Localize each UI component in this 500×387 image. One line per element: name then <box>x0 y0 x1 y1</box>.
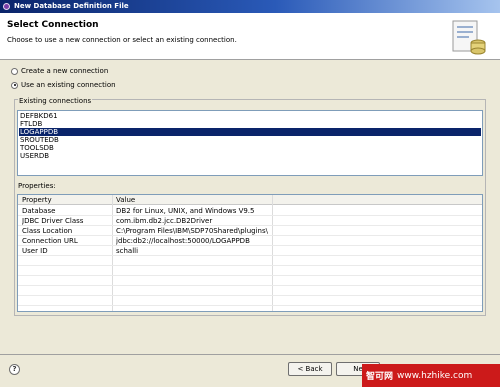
table-row-empty <box>18 266 482 276</box>
column-header-property[interactable]: Property <box>22 196 52 204</box>
table-row-empty <box>18 286 482 296</box>
property-value: DB2 for Linux, UNIX, and Windows V9.5 <box>116 207 255 215</box>
table-row[interactable]: User ID schalli <box>18 246 482 256</box>
properties-label: Properties: <box>18 182 56 190</box>
property-value: com.ibm.db2.jcc.DB2Driver <box>116 217 213 225</box>
column-header-value[interactable]: Value <box>116 196 135 204</box>
property-value: jdbc:db2://localhost:50000/LOGAPPDB <box>116 237 250 245</box>
table-row-empty <box>18 256 482 266</box>
help-icon[interactable]: ? <box>9 364 20 375</box>
create-new-radio[interactable] <box>11 67 18 75</box>
back-button[interactable]: < Back <box>288 362 332 376</box>
create-new-connection-option[interactable]: Create a new connection <box>11 66 108 76</box>
watermark-logo: 智可网 www.hzhike.com <box>362 364 500 387</box>
property-name: Connection URL <box>22 237 78 245</box>
connection-list[interactable]: DEFBKD61 FTLDB LOGAPPDB SROUTEDB TOOLSDB… <box>17 110 483 176</box>
window-titlebar[interactable]: New Database Definition File <box>0 0 500 13</box>
properties-header: Property Value <box>18 195 482 205</box>
property-name: Database <box>22 207 56 215</box>
connection-item[interactable]: USERDB <box>19 152 481 160</box>
app-icon <box>3 3 10 10</box>
table-row-empty <box>18 276 482 286</box>
wizard-banner: Select Connection Choose to use a new co… <box>0 13 500 60</box>
page-description: Choose to use a new connection or select… <box>7 36 237 44</box>
table-row[interactable]: JDBC Driver Class com.ibm.db2.jcc.DB2Dri… <box>18 216 482 226</box>
property-name: User ID <box>22 247 48 255</box>
connection-item[interactable]: DEFBKD61 <box>19 112 481 120</box>
property-value: C:\Program Files\IBM\SDP70Shared\plugins… <box>116 227 268 235</box>
table-row[interactable]: Class Location C:\Program Files\IBM\SDP7… <box>18 226 482 236</box>
properties-table[interactable]: Property Value Database DB2 for Linux, U… <box>17 194 483 312</box>
create-new-label: Create a new connection <box>21 67 109 75</box>
use-existing-label: Use an existing connection <box>21 81 116 89</box>
table-row[interactable]: Connection URL jdbc:db2://localhost:5000… <box>18 236 482 246</box>
existing-connections-label: Existing connections <box>18 97 93 105</box>
connection-item[interactable]: TOOLSDB <box>19 144 481 152</box>
use-existing-radio[interactable] <box>11 81 18 89</box>
table-row[interactable]: Database DB2 for Linux, UNIX, and Window… <box>18 206 482 216</box>
connection-item[interactable]: SROUTEDB <box>19 136 481 144</box>
watermark-url: www.hzhike.com <box>397 370 473 381</box>
connection-item[interactable]: FTLDB <box>19 120 481 128</box>
window-title: New Database Definition File <box>14 2 129 10</box>
watermark-cn-text: 智可网 <box>366 372 394 382</box>
property-value: schalli <box>116 247 139 255</box>
wizard-icon <box>452 20 486 55</box>
property-name: JDBC Driver Class <box>22 217 84 225</box>
table-row-empty <box>18 296 482 306</box>
page-title: Select Connection <box>7 20 99 30</box>
footer-separator <box>0 354 500 355</box>
connection-item-selected[interactable]: LOGAPPDB <box>19 128 481 136</box>
use-existing-connection-option[interactable]: Use an existing connection <box>11 80 116 90</box>
property-name: Class Location <box>22 227 73 235</box>
